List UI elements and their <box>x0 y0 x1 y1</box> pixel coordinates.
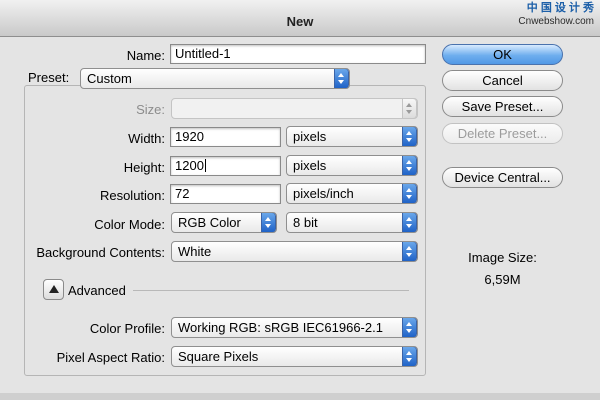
width-label: Width: <box>128 131 165 146</box>
advanced-toggle-triangle-icon[interactable] <box>43 279 64 300</box>
resolution-unit-select[interactable]: pixels/inch <box>286 183 418 204</box>
height-unit-select[interactable]: pixels <box>286 155 418 176</box>
size-select-arrows-icon <box>402 99 417 118</box>
name-label: Name: <box>126 48 165 63</box>
watermark: 中 国 设 计 秀 Cnwebshow.com <box>518 2 594 28</box>
bit-depth-arrows-icon <box>402 213 417 232</box>
bit-depth-value: 8 bit <box>293 215 318 230</box>
color-profile-select[interactable]: Working RGB: sRGB IEC61966-2.1 <box>171 317 418 338</box>
window-title: New <box>286 14 314 29</box>
color-profile-label: Color Profile: <box>89 321 165 336</box>
device-central-button[interactable]: Device Central... <box>442 167 563 188</box>
preset-select[interactable]: Custom <box>80 68 350 89</box>
image-size-label: Image Size: <box>468 250 537 265</box>
preset-select-value: Custom <box>87 71 132 86</box>
width-input[interactable]: 1920 <box>170 127 281 147</box>
image-size-value: 6,59M <box>484 272 521 287</box>
title-bar: New 中 国 设 计 秀 Cnwebshow.com <box>0 0 600 37</box>
background-contents-value: White <box>178 244 212 259</box>
save-preset-button[interactable]: Save Preset... <box>442 96 563 117</box>
watermark-line-1: 中 国 设 计 秀 <box>526 2 594 14</box>
preset-select-arrows-icon <box>334 69 349 88</box>
color-mode-arrows-icon <box>261 213 276 232</box>
advanced-divider <box>133 290 409 291</box>
size-select <box>171 98 418 119</box>
resolution-input[interactable]: 72 <box>170 184 281 204</box>
delete-preset-button: Delete Preset... <box>442 123 563 144</box>
background-contents-label: Background Contents: <box>36 245 165 260</box>
pixel-aspect-ratio-label: Pixel Aspect Ratio: <box>56 350 165 365</box>
width-unit-arrows-icon <box>402 127 417 146</box>
pixel-aspect-ratio-select[interactable]: Square Pixels <box>171 346 418 367</box>
height-unit-arrows-icon <box>402 156 417 175</box>
text-cursor <box>204 159 206 172</box>
color-profile-value: Working RGB: sRGB IEC61966-2.1 <box>178 320 383 335</box>
ok-button[interactable]: OK <box>442 44 563 65</box>
height-unit-value: pixels <box>293 158 327 173</box>
dialog-bottom-edge <box>0 393 600 400</box>
resolution-unit-value: pixels/inch <box>293 186 354 201</box>
color-mode-select[interactable]: RGB Color <box>171 212 277 233</box>
width-unit-select[interactable]: pixels <box>286 126 418 147</box>
background-contents-select[interactable]: White <box>171 241 418 262</box>
pixel-aspect-ratio-value: Square Pixels <box>178 349 259 364</box>
bit-depth-select[interactable]: 8 bit <box>286 212 418 233</box>
pixel-aspect-ratio-arrows-icon <box>402 347 417 366</box>
watermark-line-2: Cnwebshow.com <box>518 16 594 27</box>
height-input-value: 1200 <box>175 158 204 173</box>
color-mode-value: RGB Color <box>178 215 241 230</box>
width-unit-value: pixels <box>293 129 327 144</box>
height-label: Height: <box>123 160 165 175</box>
cancel-button[interactable]: Cancel <box>442 70 563 91</box>
size-label: Size: <box>136 102 165 117</box>
color-profile-arrows-icon <box>402 318 417 337</box>
name-input[interactable]: Untitled-1 <box>170 44 426 64</box>
advanced-label: Advanced <box>68 283 126 298</box>
height-input[interactable]: 1200 <box>170 156 281 176</box>
resolution-label: Resolution: <box>99 188 165 203</box>
background-contents-arrows-icon <box>402 242 417 261</box>
preset-label: Preset: <box>28 70 78 85</box>
resolution-unit-arrows-icon <box>402 184 417 203</box>
color-mode-label: Color Mode: <box>94 217 165 232</box>
